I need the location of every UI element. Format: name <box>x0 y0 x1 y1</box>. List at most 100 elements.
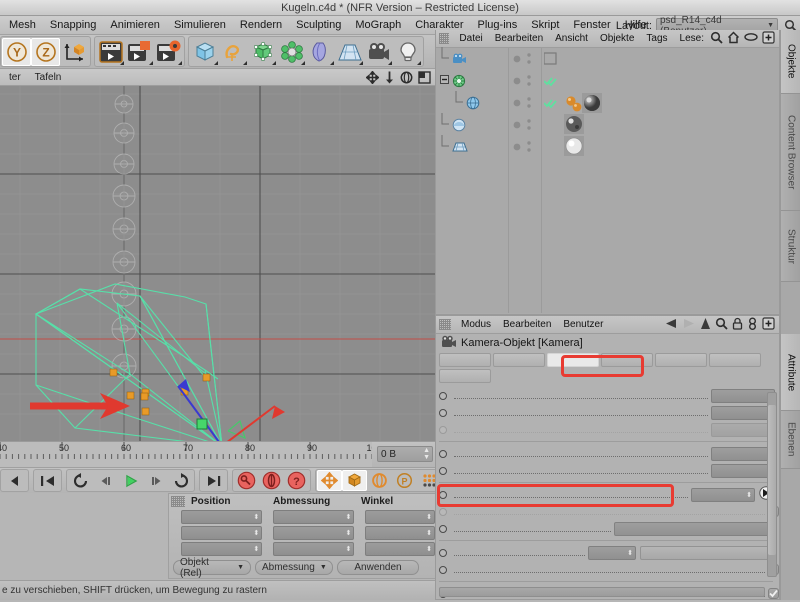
up-arrow-icon[interactable] <box>700 317 711 333</box>
zoom-animation-dot[interactable] <box>439 426 447 434</box>
angle-b-field[interactable]: ⬍ <box>365 542 435 556</box>
render-settings-icon[interactable] <box>154 38 183 66</box>
home-icon[interactable] <box>727 31 740 47</box>
object-row-kamera[interactable] <box>436 48 508 70</box>
objmgr-menu-datei[interactable]: Datei <box>453 33 488 44</box>
scale-key-button[interactable] <box>342 470 367 491</box>
attr-tab-objekt[interactable] <box>547 353 599 367</box>
vtab-objekte[interactable]: Objekte <box>781 30 800 94</box>
vtab-struktur[interactable]: Struktur <box>781 211 800 282</box>
panel-grip-icon[interactable] <box>439 33 449 44</box>
transport-edge-button[interactable] <box>2 470 27 491</box>
film-offset-x-animation-dot[interactable] <box>439 450 447 458</box>
link-icon[interactable] <box>747 317 758 333</box>
objmgr-menu-tags[interactable]: Tags <box>640 33 673 44</box>
spline-icon[interactable] <box>219 38 248 66</box>
timeline-bar[interactable]: 405060708090100 0 B ▲▼ <box>0 441 435 467</box>
collapse-toggle-icon[interactable] <box>440 75 449 87</box>
render-region-icon[interactable] <box>125 38 154 66</box>
attr-tab-stereoskopie[interactable] <box>709 353 761 367</box>
object-row-kugel[interactable] <box>436 92 508 114</box>
menu-mograph[interactable]: MoGraph <box>348 16 408 35</box>
rotate-view-icon[interactable] <box>400 71 413 87</box>
fokusdistanz-field[interactable]: ⬍ <box>691 488 755 502</box>
viewport-tab-1[interactable]: Tafeln <box>28 69 69 86</box>
attribute-scroll-thumb[interactable] <box>768 405 776 555</box>
objmgr-menu-bearbeiten[interactable]: Bearbeiten <box>489 33 549 44</box>
size-z-field[interactable]: ⬍ <box>273 542 355 556</box>
object-row-boden[interactable] <box>436 136 508 158</box>
fokusobjekt-dropfield[interactable] <box>614 522 773 536</box>
angle-p-field[interactable]: ⬍ <box>365 526 435 540</box>
attrmgr-menu-modus[interactable]: Modus <box>455 319 497 330</box>
wei-abgleich-k-preset-button[interactable] <box>640 546 773 560</box>
attr-tab-koord[interactable] <box>493 353 545 367</box>
attrmgr-menu-bearbeiten[interactable]: Bearbeiten <box>497 319 557 330</box>
step-back-button[interactable] <box>93 470 118 491</box>
coord-mode-select[interactable]: Objekt (Rel) ▼ <box>173 560 251 575</box>
viewport-tab-0[interactable]: ter <box>2 69 28 86</box>
object-manager-body[interactable] <box>436 48 779 313</box>
menu-simulieren[interactable]: Simulieren <box>167 16 233 35</box>
menu-mesh[interactable]: Mesh <box>2 16 43 35</box>
vtab-content-browser[interactable]: Content Browser <box>781 94 800 211</box>
size-y-field[interactable]: ⬍ <box>273 526 355 540</box>
viewport-perspective[interactable] <box>0 86 435 441</box>
dolly-view-icon[interactable] <box>384 71 395 87</box>
position-x-field[interactable]: ⬍ <box>181 510 263 524</box>
back-arrow-icon[interactable] <box>664 318 678 332</box>
next-keyframe-button[interactable] <box>168 470 193 491</box>
attr-tab-physikalisch[interactable] <box>601 353 653 367</box>
render-view-icon[interactable] <box>96 38 125 66</box>
keyframe-selection-button[interactable]: ? <box>284 470 309 491</box>
timeline-end-field[interactable]: 0 B ▲▼ <box>377 446 433 462</box>
angle-h-field[interactable]: ⬍ <box>365 510 435 524</box>
panel-grip-icon[interactable] <box>439 319 451 330</box>
autokey-button[interactable] <box>259 470 284 491</box>
attribute-hscrollbar[interactable] <box>439 587 765 597</box>
object-axis-icon[interactable] <box>60 38 89 66</box>
object-row-himmel[interactable] <box>436 114 508 136</box>
menu-sculpting[interactable]: Sculpting <box>289 16 348 35</box>
play-button[interactable] <box>118 470 143 491</box>
record-keyframe-button[interactable] <box>234 470 259 491</box>
lock-icon[interactable] <box>732 317 743 333</box>
betrifft-nur-lichtquellen-animation-dot[interactable] <box>439 566 447 574</box>
pla-key-button[interactable]: P <box>392 470 417 491</box>
fokusobjekt-animation-dot[interactable] <box>439 525 447 533</box>
attr-tab-bildaufbau[interactable] <box>439 369 491 383</box>
deformer-icon[interactable] <box>248 38 277 66</box>
zu-after-effects-exp-checkbox[interactable] <box>768 588 779 599</box>
film-offset-y-field[interactable]: ⬍ <box>711 464 775 478</box>
film-offset-y-animation-dot[interactable] <box>439 467 447 475</box>
forward-arrow-icon[interactable] <box>682 318 696 332</box>
mograph-icon[interactable] <box>277 38 306 66</box>
vtab-attribute[interactable]: Attribute <box>781 334 800 411</box>
floor-icon[interactable] <box>335 38 364 66</box>
object-visibility-dots[interactable] <box>512 48 542 168</box>
search-icon[interactable] <box>710 31 723 47</box>
gesichtsfeld-vertikal-field[interactable]: ⬍ <box>711 406 775 420</box>
go-to-start-button[interactable] <box>35 470 60 491</box>
attribute-scrollbar[interactable] <box>767 392 777 577</box>
timeline-ruler[interactable]: 405060708090100 <box>0 442 372 468</box>
object-tags[interactable] <box>544 48 634 168</box>
attr-tab-basis[interactable] <box>439 353 491 367</box>
film-offset-x-field[interactable]: ⬍ <box>711 447 775 461</box>
position-y-field[interactable]: ⬍ <box>181 526 263 540</box>
plus-box-icon[interactable] <box>762 31 775 47</box>
objmgr-menu-lese[interactable]: Lese: <box>674 33 710 44</box>
position-key-button[interactable] <box>317 470 342 491</box>
plus-box-icon[interactable] <box>762 317 775 333</box>
gesichtsfeld-horizontal-animation-dot[interactable] <box>439 392 447 400</box>
camera-icon[interactable] <box>364 38 393 66</box>
light-icon[interactable] <box>393 38 422 66</box>
wei-abgleich-k-animation-dot[interactable] <box>439 549 447 557</box>
axis-y-icon[interactable]: Y <box>2 38 31 66</box>
previous-keyframe-button[interactable] <box>68 470 93 491</box>
eye-icon[interactable] <box>744 32 758 45</box>
go-to-end-button[interactable] <box>201 470 226 491</box>
step-forward-button[interactable] <box>143 470 168 491</box>
object-row-klon[interactable] <box>436 70 508 92</box>
position-z-field[interactable]: ⬍ <box>181 542 263 556</box>
